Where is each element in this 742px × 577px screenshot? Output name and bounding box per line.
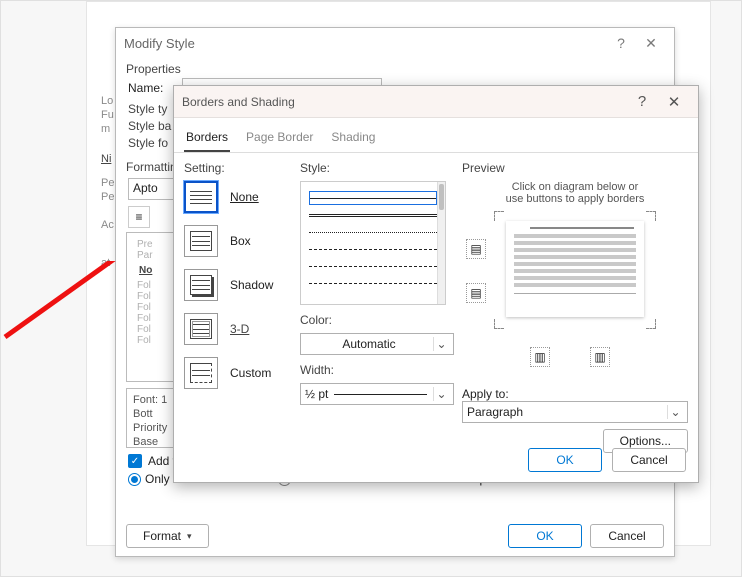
bg-text: Ni (101, 153, 111, 165)
apply-to-combo[interactable]: Paragraph ⌄ (462, 401, 688, 423)
bs-title: Borders and Shading (182, 95, 626, 109)
apply-to-label: Apply to: (462, 387, 509, 401)
format-button[interactable]: Format (126, 524, 209, 548)
setting-3d-label[interactable]: 3-D (230, 322, 249, 336)
setting-custom-label[interactable]: Custom (230, 366, 271, 380)
tab-borders[interactable]: Borders (184, 126, 230, 152)
preview-hint: Click on diagram below or (462, 181, 688, 193)
tab-shading[interactable]: Shading (329, 126, 377, 152)
setting-none-label[interactable]: None (230, 190, 259, 204)
align-left-icon[interactable]: ≡ (128, 206, 150, 228)
add-to-gallery-checkbox[interactable]: ✓ (128, 454, 142, 468)
width-label: Width: (300, 363, 454, 377)
corner-marker (494, 211, 504, 221)
only-this-doc-radio[interactable] (128, 473, 141, 486)
border-bottom-button[interactable]: ▤ (466, 283, 486, 303)
bg-text: Pe (101, 177, 114, 189)
help-button[interactable]: ? (626, 93, 658, 110)
corner-marker (494, 319, 504, 329)
preview-diagram[interactable]: ▤ ▤ (462, 211, 662, 341)
preview-label: Preview (462, 161, 688, 175)
setting-shadow-label[interactable]: Shadow (230, 278, 273, 292)
width-value: ½ pt (305, 387, 328, 401)
bg-text: Fu (101, 109, 114, 121)
ok-button[interactable]: OK (508, 524, 582, 548)
setting-box-icon[interactable] (184, 225, 218, 257)
tab-page-border[interactable]: Page Border (244, 126, 315, 152)
style-label: Style: (300, 161, 454, 175)
screenshot-root: Lo Fu m Ni Pe Pe Ac at Modify Style ? ✕ … (0, 0, 742, 577)
modify-style-title: Modify Style (124, 36, 606, 51)
color-label: Color: (300, 313, 454, 327)
modify-style-titlebar: Modify Style ? ✕ (116, 28, 674, 58)
properties-heading: Properties (116, 58, 674, 76)
color-combo[interactable]: Automatic ⌄ (300, 333, 454, 355)
bs-tabs: Borders Page Border Shading (174, 118, 698, 153)
border-right-button[interactable]: ▥ (590, 347, 610, 367)
preview-paragraph (506, 221, 644, 317)
bg-text: m (101, 123, 110, 135)
bg-text: at (101, 257, 110, 269)
close-icon[interactable]: ✕ (636, 35, 666, 52)
chevron-down-icon: ⌄ (667, 405, 683, 419)
add-to-gallery-label: Add t (148, 454, 176, 468)
setting-3d-icon[interactable] (184, 313, 218, 345)
style-scrollbar[interactable] (437, 182, 445, 304)
cancel-button[interactable]: Cancel (590, 524, 664, 548)
width-combo[interactable]: ½ pt ⌄ (300, 383, 454, 405)
style-list[interactable] (300, 181, 446, 305)
setting-label: Setting: (184, 161, 292, 175)
color-value: Automatic (305, 337, 433, 351)
setting-custom-icon[interactable] (184, 357, 218, 389)
setting-shadow-icon[interactable] (184, 269, 218, 301)
chevron-down-icon: ⌄ (433, 337, 449, 351)
border-top-button[interactable]: ▤ (466, 239, 486, 259)
bg-text: Pe (101, 191, 114, 203)
bs-titlebar: Borders and Shading ? ✕ (174, 86, 698, 118)
setting-box-label[interactable]: Box (230, 234, 251, 248)
setting-none-icon[interactable] (184, 181, 218, 213)
borders-and-shading-dialog: Borders and Shading ? ✕ Borders Page Bor… (173, 85, 699, 483)
help-button[interactable]: ? (606, 35, 636, 51)
corner-marker (646, 319, 656, 329)
chevron-down-icon: ⌄ (433, 387, 449, 401)
preview-hint: use buttons to apply borders (462, 193, 688, 205)
width-preview-line (334, 394, 427, 395)
close-icon[interactable]: ✕ (658, 93, 690, 111)
bg-text: Lo (101, 95, 113, 107)
ok-button[interactable]: OK (528, 448, 602, 472)
cancel-button[interactable]: Cancel (612, 448, 686, 472)
border-left-button[interactable]: ▥ (530, 347, 550, 367)
corner-marker (646, 211, 656, 221)
bg-text: Ac (101, 219, 114, 231)
apply-to-value: Paragraph (467, 405, 667, 419)
